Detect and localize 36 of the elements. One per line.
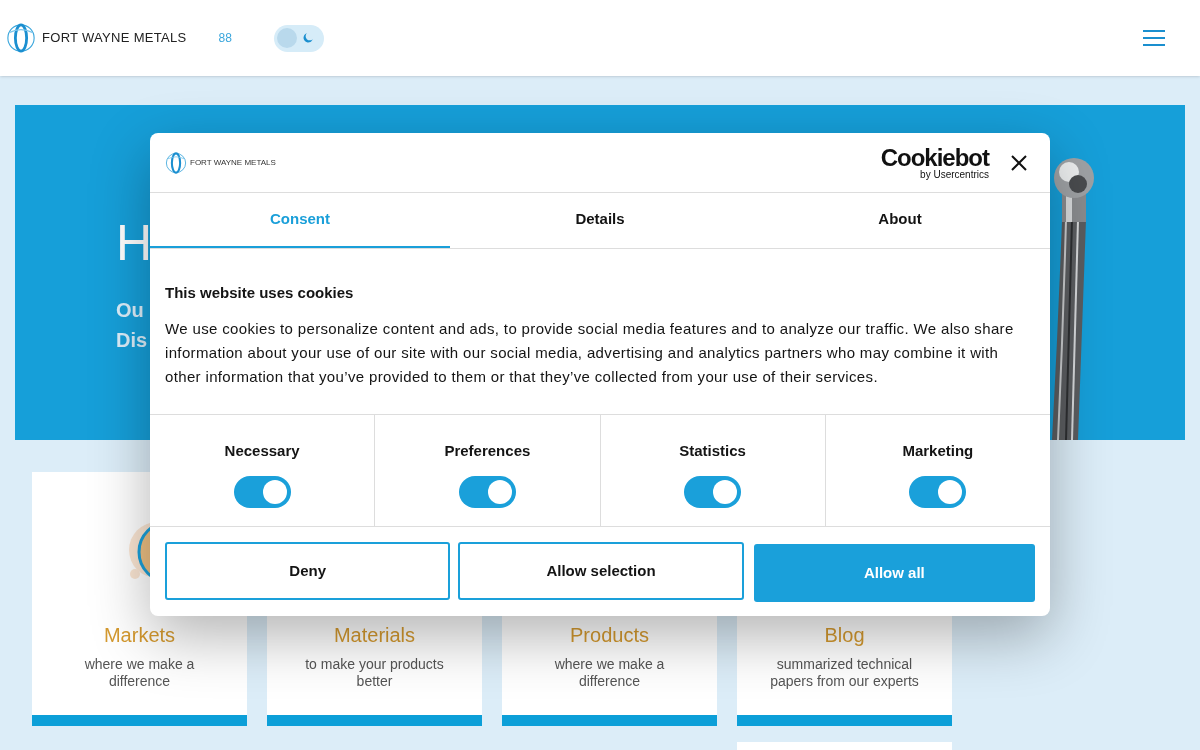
tab[interactable]: Details xyxy=(450,193,750,248)
toggle-switch[interactable] xyxy=(233,475,291,508)
hero-subtitle: Ou xyxy=(116,298,145,323)
card-text: summarized technical papers from our experts xyxy=(769,656,920,690)
theme-toggle[interactable] xyxy=(273,24,324,52)
card-text: where we make a difference xyxy=(83,656,196,690)
logo-icon xyxy=(6,23,36,53)
menu-icon[interactable] xyxy=(1143,30,1165,46)
category-label: Marketing xyxy=(902,441,974,461)
close-button[interactable] xyxy=(1011,154,1027,171)
dialog-text: We use cookies to personalize content and ads, to provide social media features and to analyze our traffic. We also share information about your use of our site with our social media, advertising and analytics partners who may combine it with other information that you’ve provided to them or that they’ve collected from your use of their services. xyxy=(165,318,1015,387)
card-title: Materials xyxy=(333,623,416,648)
close-icon xyxy=(1011,154,1027,171)
tab[interactable]: About xyxy=(750,193,1050,248)
logo-text: FORT WAYNE METALS xyxy=(42,29,187,48)
outline-button[interactable]: Allow selection xyxy=(458,542,744,600)
card-text: where we make a difference xyxy=(553,656,666,690)
category-label: Preferences xyxy=(444,441,531,461)
card-text: to make your products better xyxy=(304,656,445,690)
dialog-title: This website uses cookies xyxy=(165,283,355,303)
toggle-switch[interactable] xyxy=(909,475,967,508)
indicator-text: 88 xyxy=(218,30,232,47)
brand-name: Cookiebot xyxy=(880,145,989,170)
card-title: Products xyxy=(570,623,649,648)
brand-subtitle: by Usercentrics xyxy=(920,169,989,180)
hero-subtitle: Dis xyxy=(116,328,149,353)
card-title: Blog xyxy=(824,623,865,648)
logo-text: FORT WAYNE METALS xyxy=(190,156,276,169)
toggle-switch[interactable] xyxy=(458,475,516,508)
category-label: Necessary xyxy=(224,441,300,461)
logo-icon xyxy=(165,151,187,174)
category-label: Statistics xyxy=(679,441,746,461)
hero-heading: H xyxy=(116,214,153,273)
card-title: Markets xyxy=(103,623,176,648)
outline-button[interactable]: Deny xyxy=(165,542,451,600)
toggle-switch[interactable] xyxy=(684,475,742,508)
